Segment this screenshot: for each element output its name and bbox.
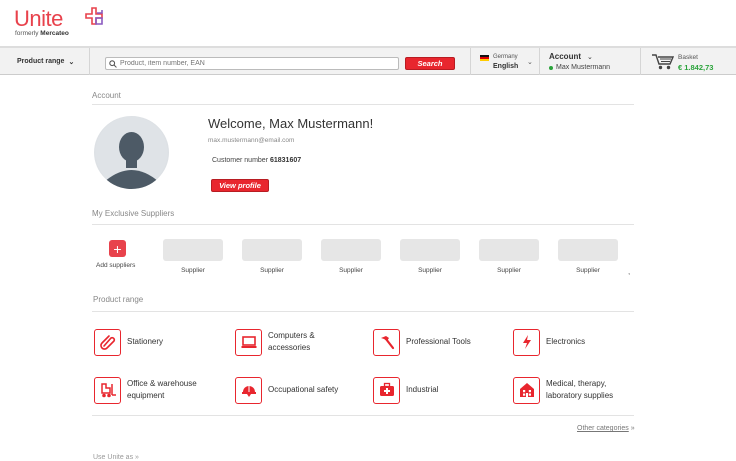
divider xyxy=(92,311,634,312)
add-suppliers-label: Add suppliers xyxy=(96,262,136,269)
forklift-icon xyxy=(94,376,121,404)
building-icon xyxy=(513,376,540,404)
brand-formerly: formerly Mercateo xyxy=(15,30,69,37)
basket-label: Basket xyxy=(678,54,698,61)
brand-formerly-name: Mercateo xyxy=(40,30,69,37)
supplier-more: , xyxy=(628,267,631,276)
welcome-heading: Welcome, Max Mustermann! xyxy=(208,116,374,131)
category-label: Office & warehouse equipment xyxy=(127,379,197,400)
supplier-logo-placeholder xyxy=(558,239,618,261)
supplier-label: Supplier xyxy=(260,267,284,274)
supplier-label: Supplier xyxy=(181,267,205,274)
supplier-label: Supplier xyxy=(576,267,600,274)
supplier-card[interactable]: Supplier xyxy=(400,239,462,277)
language-label: English xyxy=(493,63,519,70)
top-header: Unite formerly Mercateo xyxy=(0,0,736,46)
search-button[interactable]: Search xyxy=(405,57,455,70)
supplier-card[interactable]: Supplier xyxy=(479,239,541,277)
product-range-label: Product range xyxy=(17,58,65,65)
supplier-logo-placeholder xyxy=(163,239,223,261)
divider xyxy=(92,104,634,105)
brand-formerly-prefix: formerly xyxy=(15,30,39,37)
lightning-icon xyxy=(513,328,540,356)
basket-amount: € 1.842,73 xyxy=(678,63,714,72)
category-industrial[interactable]: Industrial xyxy=(373,375,513,405)
brand-logo-text[interactable]: Unite xyxy=(14,6,63,32)
category-label: Professional Tools xyxy=(406,337,471,347)
first-aid-icon xyxy=(373,376,400,404)
main-navbar: Product range ⌄ Search Germany English ⌄… xyxy=(0,46,736,75)
avatar[interactable] xyxy=(94,116,169,189)
category-label: Stationery xyxy=(127,337,164,347)
other-categories-link[interactable]: Other categories » xyxy=(577,425,635,432)
view-profile-button[interactable]: View profile xyxy=(211,179,269,192)
category-professional-tools[interactable]: Professional Tools xyxy=(373,327,513,357)
hammer-icon xyxy=(373,328,400,356)
search-input[interactable] xyxy=(120,60,390,67)
account-email: max.mustermann@email.com xyxy=(208,137,295,144)
user-avatar-icon xyxy=(95,116,168,189)
product-range-menu[interactable]: Product range ⌄ xyxy=(0,48,90,75)
laptop-icon xyxy=(235,328,262,356)
chevron-down-icon: ⌄ xyxy=(527,59,533,66)
account-user-name: Max Mustermann xyxy=(556,63,611,71)
supplier-card[interactable]: Supplier xyxy=(558,239,620,277)
add-suppliers-button[interactable]: + Add suppliers xyxy=(96,240,140,272)
customer-number-label: Customer number xyxy=(212,157,269,164)
helmet-icon xyxy=(235,376,262,404)
divider xyxy=(92,415,634,416)
category-label: Computers & accessories xyxy=(268,331,315,352)
supplier-logo-placeholder xyxy=(321,239,381,261)
country-label: Germany xyxy=(493,54,518,60)
online-status-icon xyxy=(549,66,553,70)
supplier-card[interactable]: Supplier xyxy=(242,239,304,277)
supplier-label: Supplier xyxy=(418,267,442,274)
search-box xyxy=(105,57,399,70)
category-stationery[interactable]: Stationery xyxy=(94,327,234,357)
category-label: Electronics xyxy=(546,337,586,347)
supplier-card[interactable]: Supplier xyxy=(163,239,225,277)
account-menu[interactable]: Account ⌄ Max Mustermann xyxy=(541,48,641,75)
product-range-section-title: Product range xyxy=(93,295,144,304)
category-label: Industrial xyxy=(406,385,439,395)
brand-logo-icon[interactable] xyxy=(84,6,108,30)
suppliers-section-title: My Exclusive Suppliers xyxy=(92,209,175,218)
divider xyxy=(92,224,634,225)
supplier-logo-placeholder xyxy=(400,239,460,261)
category-label: Occupational safety xyxy=(268,385,339,395)
language-selector[interactable]: Germany English ⌄ xyxy=(470,48,540,75)
customer-number: Customer number 61831607 xyxy=(212,157,301,164)
account-label: Account xyxy=(549,52,581,61)
category-electronics[interactable]: Electronics xyxy=(513,327,653,357)
customer-number-value: 61831607 xyxy=(269,157,302,164)
plus-icon: + xyxy=(109,240,126,257)
supplier-label: Supplier xyxy=(497,267,521,274)
basket-button[interactable]: Basket € 1.842,73 xyxy=(642,48,736,75)
supplier-card[interactable]: Supplier xyxy=(321,239,383,277)
category-label: Medical, therapy, laboratory supplies xyxy=(546,379,614,400)
search-icon xyxy=(109,59,117,68)
category-computers[interactable]: Computers & accessories xyxy=(235,327,375,357)
shopping-cart-icon xyxy=(652,54,674,70)
germany-flag-icon xyxy=(480,55,489,61)
account-section-title: Account xyxy=(92,91,121,100)
chevron-down-icon: ⌄ xyxy=(587,54,593,61)
supplier-logo-placeholder xyxy=(479,239,539,261)
supplier-logo-placeholder xyxy=(242,239,302,261)
chevron-down-icon: ⌄ xyxy=(68,58,75,66)
use-unite-as-link[interactable]: Use Unite as » xyxy=(93,454,139,461)
category-medical[interactable]: Medical, therapy, laboratory supplies xyxy=(513,375,653,405)
category-occupational-safety[interactable]: Occupational safety xyxy=(235,375,375,405)
category-office-warehouse[interactable]: Office & warehouse equipment xyxy=(94,375,234,405)
paperclip-icon xyxy=(94,328,121,356)
supplier-label: Supplier xyxy=(339,267,363,274)
